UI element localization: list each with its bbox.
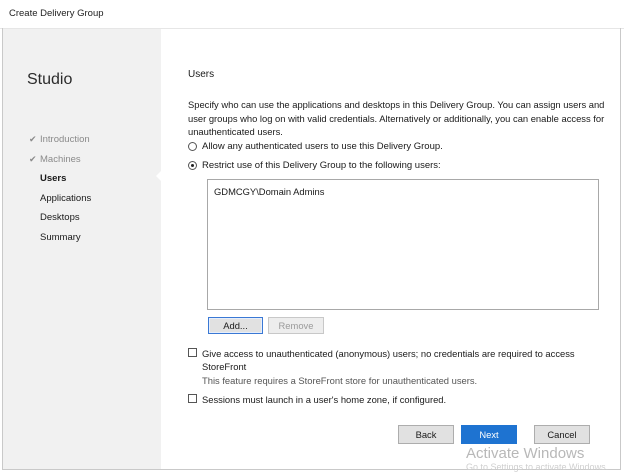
checkbox-label-line1: Give access to unauthenticated (anonymou… <box>202 348 575 359</box>
radio-allow-any-users[interactable]: Allow any authenticated users to use thi… <box>188 140 443 154</box>
checkmark-icon: ✔ <box>29 153 37 164</box>
radio-restrict-users[interactable]: Restrict use of this Delivery Group to t… <box>188 159 441 173</box>
list-item[interactable]: GDMCGY\Domain Admins <box>214 186 324 197</box>
step-label: Machines <box>40 153 81 165</box>
step-label: Desktops <box>40 212 80 224</box>
step-label: Introduction <box>40 134 90 145</box>
step-applications[interactable]: Applications <box>29 189 91 209</box>
radio-selected-icon[interactable] <box>188 161 197 170</box>
home-zone-checkbox[interactable] <box>188 394 197 403</box>
step-summary[interactable]: Summary <box>29 228 91 248</box>
page-description: Specify who can use the applications and… <box>188 99 605 137</box>
step-label: Applications <box>40 192 92 204</box>
wizard-steps: ✔ Introduction ✔ Machines Users Applicatio… <box>29 130 91 248</box>
radio-label: Restrict use of this Delivery Group to t… <box>202 160 441 171</box>
users-list[interactable]: GDMCGY\Domain Admins <box>207 179 599 310</box>
page-title: Users <box>188 69 215 80</box>
checkmark-icon: ✔ <box>29 134 37 144</box>
radio-icon[interactable] <box>188 142 197 151</box>
activate-windows-watermark: Activate Windows <box>466 445 585 462</box>
step-introduction[interactable]: ✔ Introduction <box>29 130 91 150</box>
brand-title: Studio <box>27 71 73 88</box>
checkbox-label-line2: StoreFront <box>202 361 247 372</box>
checkbox-label: Sessions must launch in a user's home zo… <box>202 394 447 405</box>
window-title: Create Delivery Group <box>9 8 104 19</box>
step-label: Users <box>40 173 67 185</box>
unauthenticated-note: This feature requires a StoreFront store… <box>202 375 478 386</box>
step-label: Summary <box>40 231 81 243</box>
step-machines[interactable]: ✔ Machines <box>29 150 91 170</box>
step-users[interactable]: Users <box>29 169 91 189</box>
current-step-pointer-icon <box>156 169 163 183</box>
cancel-button[interactable]: Cancel <box>534 425 590 444</box>
radio-label: Allow any authenticated users to use thi… <box>202 141 443 152</box>
step-desktops[interactable]: Desktops <box>29 208 91 228</box>
unauthenticated-checkbox[interactable] <box>188 348 197 357</box>
title-bar: Create Delivery Group <box>0 0 624 29</box>
remove-user-button[interactable]: Remove <box>268 317 324 334</box>
activate-windows-subtitle: Go to Settings to activate Windows. <box>466 462 609 472</box>
next-button[interactable]: Next <box>461 425 517 444</box>
add-user-button[interactable]: Add... <box>208 317 263 334</box>
sidebar: Studio ✔ Introduction ✔ Machines Users App… <box>3 29 161 469</box>
back-button[interactable]: Back <box>398 425 454 444</box>
